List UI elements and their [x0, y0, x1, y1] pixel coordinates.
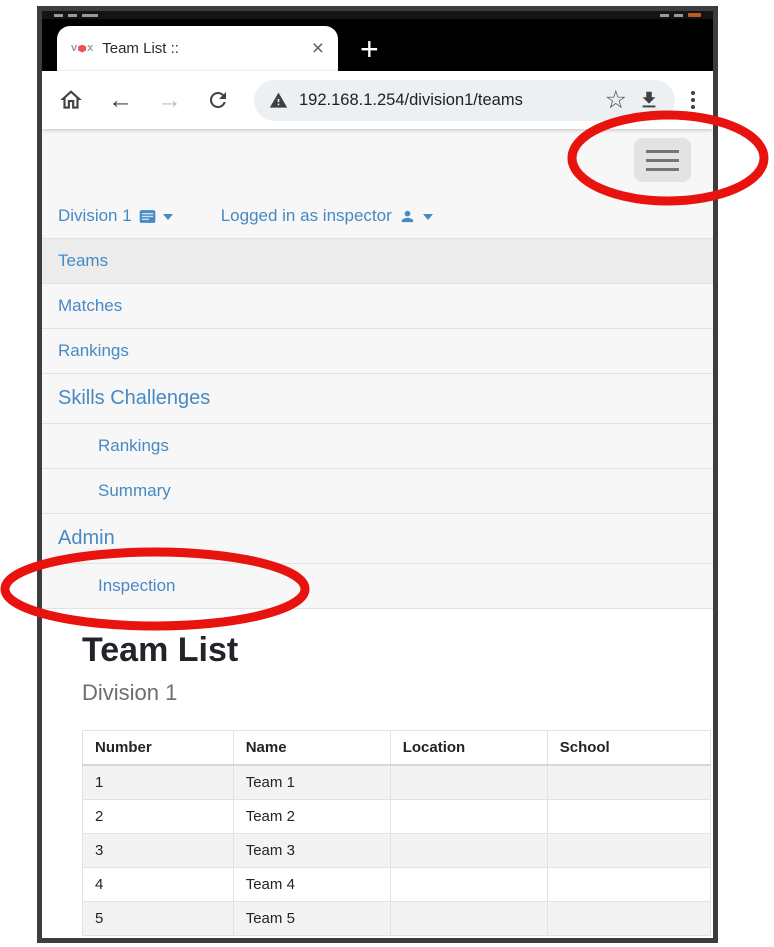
person-icon: [399, 208, 416, 225]
cell-name: Team 2: [232, 799, 391, 835]
nav-item-skills-summary[interactable]: Summary: [42, 468, 713, 513]
vex-logo-icon: vx: [71, 42, 94, 54]
user-dropdown-label: Logged in as inspector: [220, 206, 392, 225]
table-row: 5 Team 5: [82, 901, 712, 937]
cell-location: [389, 833, 548, 869]
browser-toolbar: ← → 192.168.1.254/division1/teams ☆: [42, 71, 713, 129]
dropdown-row: Division 1 Logged in as inspector: [42, 182, 713, 238]
browser-tab[interactable]: vx Team List :: ×: [57, 26, 338, 71]
table-row: 3 Team 3: [82, 833, 712, 869]
cell-number: 2: [82, 799, 234, 835]
nav-item-inspection[interactable]: Inspection: [42, 563, 713, 609]
nav-item-skills-challenges[interactable]: Skills Challenges: [42, 373, 713, 423]
table-row: 2 Team 2: [82, 799, 712, 835]
table-row: 4 Team 4: [82, 867, 712, 903]
cell-school: [546, 867, 712, 903]
team-table: Number Name Location School 1 Team 1 2 T…: [82, 730, 712, 937]
cell-number: 1: [82, 764, 234, 801]
cell-school: [546, 833, 712, 869]
table-header-row: Number Name Location School: [82, 730, 712, 767]
page-subtitle: Division 1: [82, 680, 178, 706]
nav-item-matches[interactable]: Matches: [42, 283, 713, 328]
new-tab-button[interactable]: +: [360, 33, 379, 65]
cell-number: 3: [82, 833, 234, 869]
column-header-number: Number: [82, 730, 234, 767]
kebab-menu-icon[interactable]: [689, 89, 697, 111]
hamburger-icon: [646, 149, 679, 153]
column-header-name: Name: [232, 730, 391, 767]
table-row: 1 Team 1: [82, 764, 712, 801]
nav-item-skills-rankings[interactable]: Rankings: [42, 423, 713, 468]
cell-name: Team 3: [232, 833, 391, 869]
warning-triangle-icon[interactable]: [269, 91, 288, 110]
display-icon: [139, 209, 156, 224]
cell-school: [546, 764, 712, 801]
cell-school: [546, 901, 712, 937]
tab-title: Team List ::: [102, 40, 179, 57]
nav-item-teams[interactable]: Teams: [42, 238, 713, 283]
cell-number: 5: [82, 901, 234, 937]
status-right-icons: [660, 13, 701, 17]
main-content: Team List Division 1 Number Name Locatio…: [42, 609, 713, 938]
battery-icon: [688, 13, 701, 17]
menu-button[interactable]: [634, 138, 691, 182]
android-status-bar: [42, 11, 713, 19]
home-icon[interactable]: [58, 87, 84, 113]
cell-number: 4: [82, 867, 234, 903]
cell-location: [389, 901, 548, 937]
address-bar[interactable]: 192.168.1.254/division1/teams ☆: [254, 79, 675, 121]
browser-tab-bar: vx Team List :: × +: [42, 19, 713, 71]
bookmark-star-icon[interactable]: ☆: [605, 87, 627, 113]
main-nav: Teams Matches Rankings Skills Challenges…: [42, 238, 713, 609]
user-dropdown[interactable]: Logged in as inspector: [221, 206, 433, 226]
division-dropdown[interactable]: Division 1: [58, 206, 173, 226]
reload-icon[interactable]: [206, 88, 230, 112]
download-icon[interactable]: [638, 89, 660, 111]
status-time-remnant: [54, 13, 98, 17]
cell-name: Team 4: [232, 867, 391, 903]
chevron-down-icon: [422, 214, 433, 220]
column-header-school: School: [546, 730, 712, 767]
cell-name: Team 5: [232, 901, 391, 937]
menu-button-row: [42, 129, 713, 182]
cell-name: Team 1: [232, 764, 391, 801]
back-icon[interactable]: ←: [108, 87, 133, 113]
cell-location: [389, 799, 548, 835]
cell-location: [389, 867, 548, 903]
cell-school: [546, 799, 712, 835]
cell-location: [389, 764, 548, 801]
nav-item-rankings[interactable]: Rankings: [42, 328, 713, 373]
page-title: Team List: [82, 631, 239, 669]
url-text[interactable]: 192.168.1.254/division1/teams: [299, 91, 594, 110]
tab-close-icon[interactable]: ×: [312, 38, 324, 59]
forward-icon: →: [157, 85, 182, 114]
page-body: Division 1 Logged in as inspector Teams …: [42, 129, 713, 938]
division-dropdown-label: Division 1: [58, 206, 132, 225]
nav-item-admin[interactable]: Admin: [42, 513, 713, 563]
chevron-down-icon: [162, 214, 173, 220]
phone-screenshot-frame: vx Team List :: × + ← → 192.168.1.254/di…: [37, 6, 718, 943]
column-header-location: Location: [389, 730, 548, 767]
